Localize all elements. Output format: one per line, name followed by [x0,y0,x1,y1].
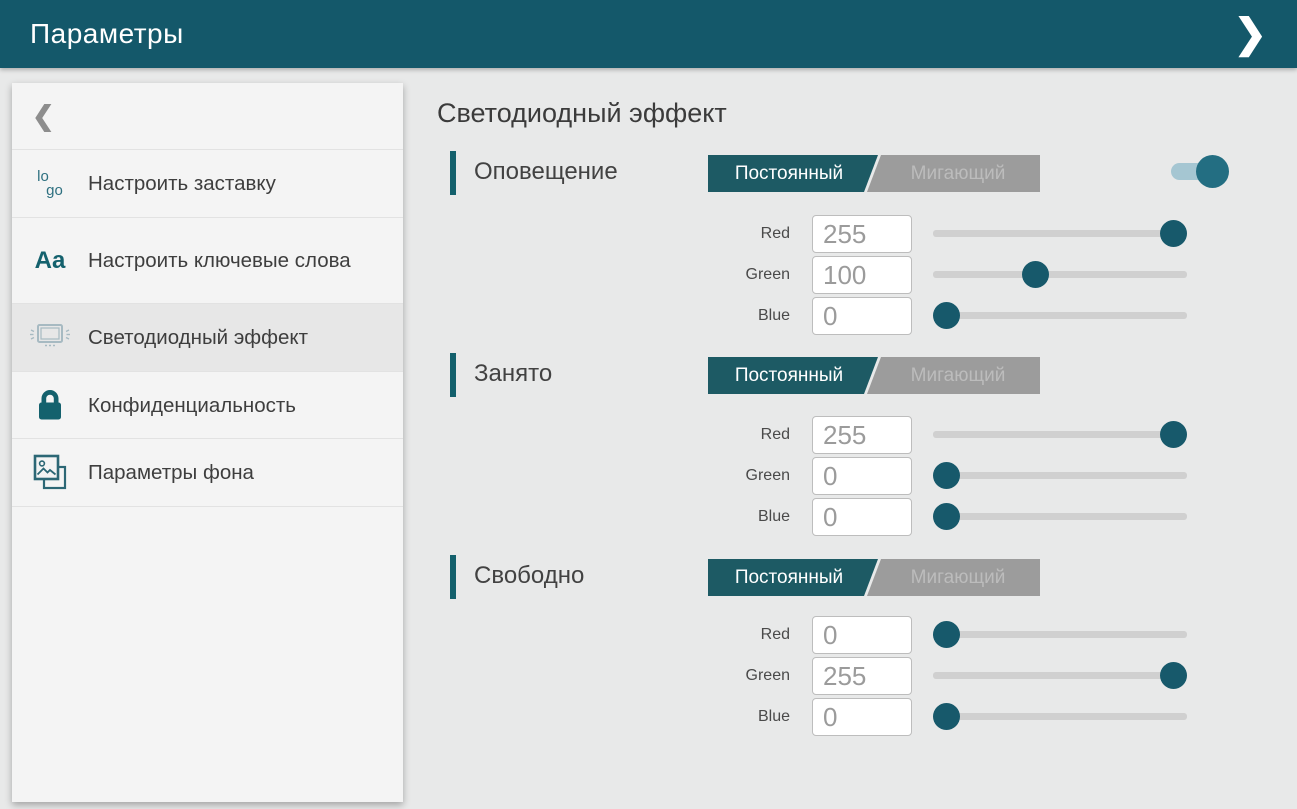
sidebar-item-splash-screen[interactable]: logo Настроить заставку [12,150,403,218]
channel-slider[interactable] [933,416,1187,454]
section-accent-bar [450,151,456,195]
sidebar-item-led-effect[interactable]: Светодиодный эффект [12,304,403,372]
sidebar: ❮ logo Настроить заставку Aa Настроить к… [12,83,403,802]
channel-slider[interactable] [933,215,1187,253]
slider-thumb[interactable] [933,503,960,530]
mode-segmented-control: Постоянный Мигающий [708,559,1040,596]
forward-chevron-icon[interactable]: ❯ [1225,0,1275,68]
mode-option-solid[interactable]: Постоянный [708,357,878,394]
channel-value-input[interactable] [812,416,912,454]
channel-label: Red [700,616,790,654]
channel-slider[interactable] [933,616,1187,654]
channel-slider[interactable] [933,297,1187,335]
channel-row-green: Green [700,657,1200,695]
section-free-header: Свободно Постоянный Мигающий [450,552,1290,600]
channel-label: Green [700,256,790,294]
channel-value-input[interactable] [812,616,912,654]
section-busy-header: Занято Постоянный Мигающий [450,350,1290,398]
page-title: Светодиодный эффект [437,98,727,129]
sidebar-item-label: Светодиодный эффект [88,324,388,351]
channel-row-green: Green [700,256,1200,294]
channel-label: Red [700,215,790,253]
slider-track [933,431,1187,438]
section-accent-bar [450,555,456,599]
mode-option-solid[interactable]: Постоянный [708,559,878,596]
channel-row-blue: Blue [700,498,1200,536]
channel-value-input[interactable] [812,498,912,536]
channel-value-input[interactable] [812,256,912,294]
channel-row-red: Red [700,616,1200,654]
section-accent-bar [450,353,456,397]
slider-thumb[interactable] [1022,261,1049,288]
sidebar-item-label: Параметры фона [88,459,388,486]
aa-icon: Aa [12,247,88,275]
channel-label: Green [700,457,790,495]
sidebar-item-label: Конфиденциальность [88,392,388,419]
slider-track [933,472,1187,479]
slider-track [933,672,1187,679]
background-images-icon [12,453,88,493]
slider-thumb[interactable] [933,703,960,730]
channel-label: Blue [700,297,790,335]
mode-option-solid[interactable]: Постоянный [708,155,878,192]
slider-track [933,271,1187,278]
channel-value-input[interactable] [812,657,912,695]
sidebar-item-keywords[interactable]: Aa Настроить ключевые слова [12,218,403,304]
sidebar-item-label: Настроить ключевые слова [88,247,388,274]
channel-row-green: Green [700,457,1200,495]
channel-slider[interactable] [933,657,1187,695]
lock-icon [12,387,88,423]
channel-label: Red [700,416,790,454]
channel-value-input[interactable] [812,698,912,736]
section-notification-header: Оповещение Постоянный Мигающий [450,148,1290,196]
back-button[interactable]: ❮ [12,83,403,150]
mode-option-blinking[interactable]: Мигающий [864,357,1040,394]
channel-value-input[interactable] [812,215,912,253]
led-screen-icon [12,320,88,356]
mode-option-blinking[interactable]: Мигающий [864,559,1040,596]
sidebar-item-background[interactable]: Параметры фона [12,439,403,507]
mode-segmented-control: Постоянный Мигающий [708,357,1040,394]
app-title: Параметры [30,18,184,50]
slider-thumb[interactable] [933,302,960,329]
sidebar-item-privacy[interactable]: Конфиденциальность [12,372,403,439]
mode-option-blinking[interactable]: Мигающий [864,155,1040,192]
slider-track [933,513,1187,520]
slider-track [933,230,1187,237]
slider-track [933,312,1187,319]
toggle-knob [1196,155,1229,188]
channel-slider[interactable] [933,498,1187,536]
slider-thumb[interactable] [1160,421,1187,448]
section-label: Занято [474,350,552,398]
header-bar: Параметры ❯ [0,0,1297,68]
slider-thumb[interactable] [1160,662,1187,689]
channel-slider[interactable] [933,698,1187,736]
channel-label: Green [700,657,790,695]
channel-label: Blue [700,698,790,736]
notification-toggle[interactable] [1171,154,1227,188]
slider-track [933,713,1187,720]
section-label: Свободно [474,552,584,600]
channel-value-input[interactable] [812,297,912,335]
logo-icon: logo [12,170,88,198]
sidebar-item-label: Настроить заставку [88,170,388,197]
channel-row-blue: Blue [700,698,1200,736]
slider-thumb[interactable] [933,462,960,489]
channel-slider[interactable] [933,457,1187,495]
slider-thumb[interactable] [933,621,960,648]
channel-label: Blue [700,498,790,536]
section-label: Оповещение [474,148,618,196]
settings-screen: Параметры ❯ ❮ logo Настроить заставку Aa… [0,0,1297,809]
channel-slider[interactable] [933,256,1187,294]
back-chevron-icon: ❮ [32,101,55,132]
channel-row-red: Red [700,416,1200,454]
slider-track [933,631,1187,638]
channel-row-red: Red [700,215,1200,253]
channel-row-blue: Blue [700,297,1200,335]
slider-thumb[interactable] [1160,220,1187,247]
channel-value-input[interactable] [812,457,912,495]
mode-segmented-control: Постоянный Мигающий [708,155,1040,192]
